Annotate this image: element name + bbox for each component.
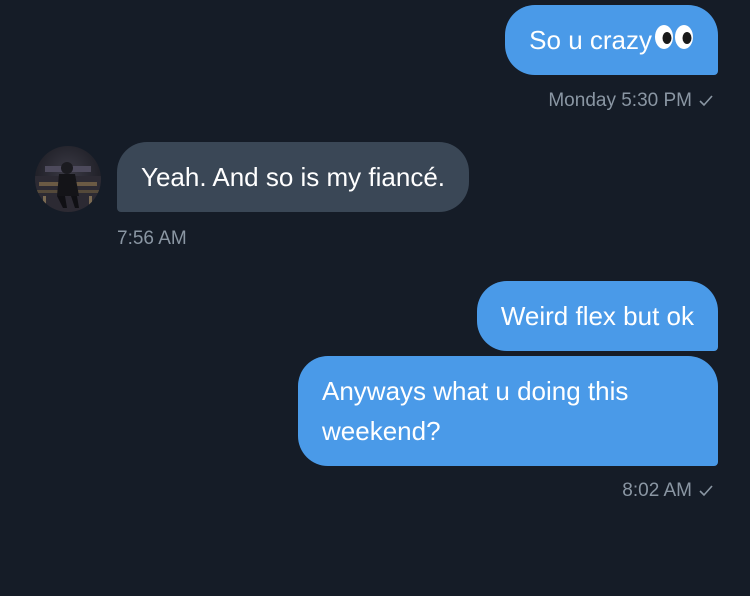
check-icon [698, 94, 714, 108]
message-meta: 7:56 AM [117, 228, 187, 250]
message-text: Weird flex but ok [500, 301, 694, 331]
message-bubble-outgoing[interactable]: Weird flex but ok [476, 281, 718, 351]
message-text: Anyways what u doing this weekend? [322, 376, 629, 446]
message-bubble-outgoing[interactable]: Anyways what u doing this weekend? [298, 356, 718, 466]
message-bubble-incoming[interactable]: Yeah. And so is my fiancé. [117, 142, 470, 212]
message-bubble-outgoing[interactable]: So u crazy [505, 5, 718, 75]
message-timestamp: 7:56 AM [117, 228, 187, 249]
eyes-emoji-icon [654, 21, 694, 63]
avatar[interactable] [35, 146, 101, 212]
message-text: So u crazy [529, 25, 652, 55]
chat-thread: So u crazy Monday 5:30 PM Yeah. And so i… [0, 0, 750, 596]
message-meta: Monday 5:30 PM [548, 90, 714, 112]
message-timestamp: Monday 5:30 PM [548, 90, 692, 111]
message-text: Yeah. And so is my fiancé. [141, 162, 446, 192]
check-icon [698, 484, 714, 498]
message-timestamp: 8:02 AM [622, 480, 692, 501]
message-meta: 8:02 AM [622, 480, 714, 502]
